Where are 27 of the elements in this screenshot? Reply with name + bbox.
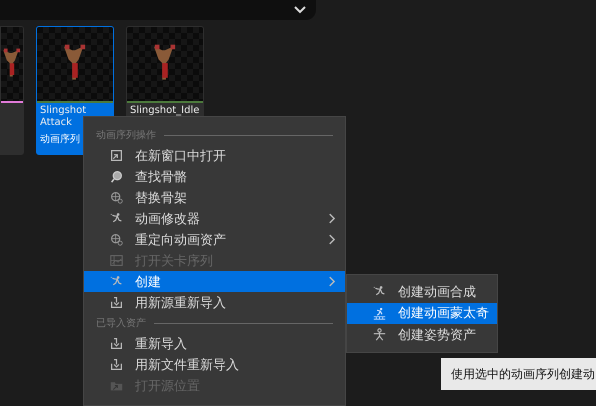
tooltip: 使用选中的动画序列创建动 bbox=[441, 358, 596, 390]
running-figure-icon bbox=[110, 212, 123, 225]
menu-item[interactable]: 重定向动画资产 bbox=[84, 229, 345, 250]
menu-item[interactable]: 动画修改器 bbox=[84, 208, 345, 229]
menu-item[interactable]: 重新导入 bbox=[84, 333, 345, 354]
asset-name: Slingshot_Idle bbox=[130, 105, 200, 117]
chevron-down-icon[interactable] bbox=[294, 6, 306, 14]
standing-figure-icon bbox=[373, 328, 386, 342]
montage-figure-icon bbox=[373, 306, 386, 320]
menu-item[interactable]: 用新文件重新导入 bbox=[84, 354, 345, 375]
menu-item[interactable]: 替换骨架 bbox=[84, 187, 345, 208]
running-figure-icon bbox=[110, 275, 123, 288]
search-icon bbox=[110, 170, 123, 183]
asset-type: 动画序列 bbox=[40, 132, 80, 146]
submenu-item[interactable]: 创建动画蒙太奇 bbox=[347, 302, 497, 324]
import-tray-icon bbox=[110, 296, 123, 309]
import-tray-icon bbox=[110, 337, 123, 350]
asset-name: Slingshot Attack bbox=[40, 105, 88, 129]
section-header: 已导入资产 bbox=[96, 316, 146, 330]
submenu-item[interactable]: 创建动画合成 bbox=[347, 281, 497, 302]
import-tray-icon bbox=[110, 358, 123, 371]
asset-card[interactable] bbox=[0, 26, 24, 155]
menu-item[interactable]: 查找骨骼 bbox=[84, 166, 345, 187]
menu-item[interactable]: 用新源重新导入 bbox=[84, 292, 345, 313]
film-grid-icon bbox=[110, 254, 123, 267]
submenu-item[interactable]: 创建姿势资产 bbox=[347, 324, 497, 346]
menu-item[interactable]: 创建 bbox=[84, 271, 345, 292]
